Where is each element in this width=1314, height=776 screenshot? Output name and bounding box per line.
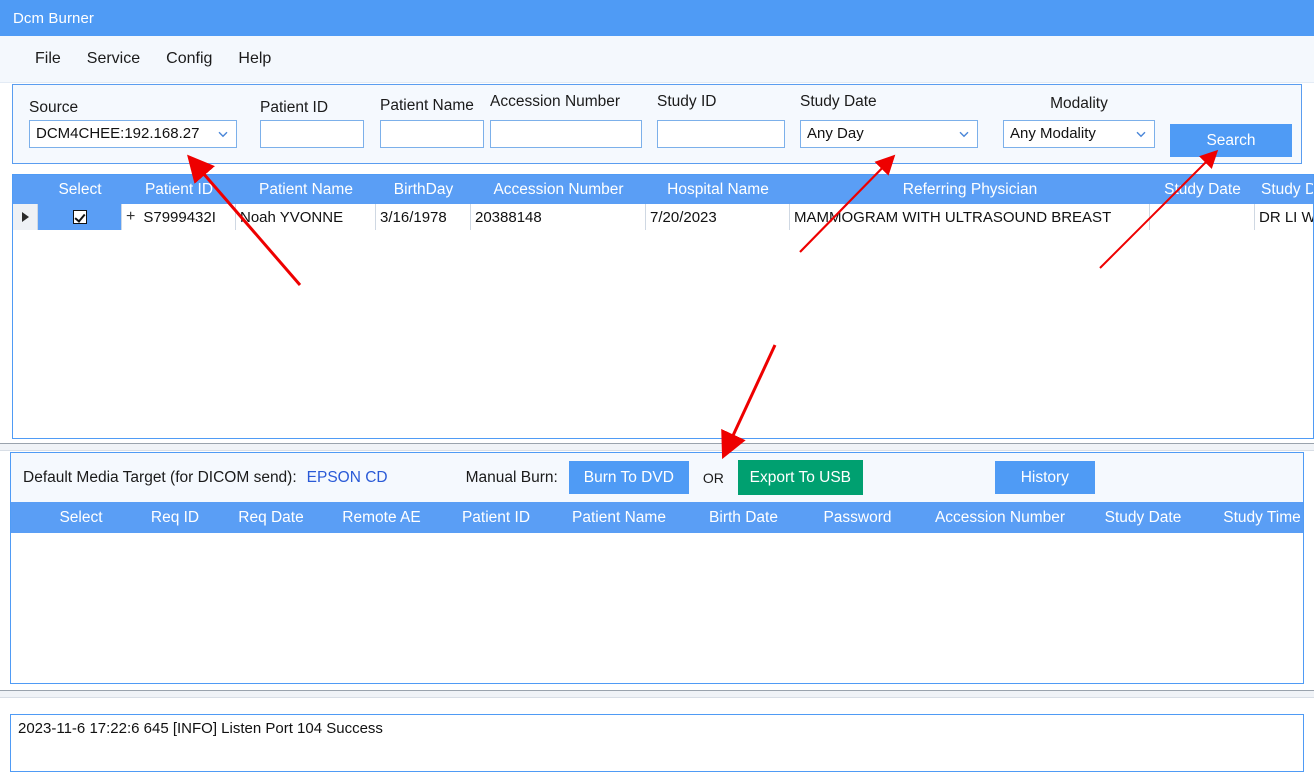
chevron-down-icon <box>1134 127 1148 141</box>
study-grid-header-patient-id[interactable]: Patient ID <box>122 181 236 199</box>
row-marker-triangle-icon <box>22 212 29 222</box>
field-source: Source DCM4CHEE:192.168.27 <box>29 99 249 148</box>
burn-to-dvd-button[interactable]: Burn To DVD <box>569 461 689 494</box>
study-date-combobox-value: Any Day <box>807 121 953 147</box>
study-grid-header-study-description[interactable]: Study D <box>1255 181 1314 199</box>
label-study-date: Study Date <box>800 93 978 111</box>
row-select-cell[interactable] <box>38 204 122 230</box>
modality-combobox[interactable]: Any Modality <box>1003 120 1155 148</box>
cell-patient-name[interactable]: Noah YVONNE <box>236 204 376 230</box>
panel-splitter-bottom[interactable] <box>0 690 1314 698</box>
study-grid-header-birthday[interactable]: BirthDay <box>376 181 471 199</box>
request-grid-header-remote-ae[interactable]: Remote AE <box>321 509 442 527</box>
field-accession-number: Accession Number <box>490 93 642 148</box>
cell-birthday[interactable]: 3/16/1978 <box>376 204 471 230</box>
row-marker-cell[interactable] <box>13 204 38 230</box>
cell-accession-number[interactable]: 20388148 <box>471 204 646 230</box>
request-grid-header-accession-number[interactable]: Accession Number <box>916 509 1084 527</box>
chevron-down-icon <box>957 127 971 141</box>
label-patient-id: Patient ID <box>260 99 364 117</box>
menu-item-file[interactable]: File <box>22 47 74 71</box>
label-source: Source <box>29 99 249 117</box>
field-patient-id: Patient ID <box>260 99 364 148</box>
study-id-input[interactable] <box>657 120 785 148</box>
request-grid-header-req-date[interactable]: Req Date <box>221 509 321 527</box>
chevron-down-icon <box>216 127 230 141</box>
patient-id-input[interactable] <box>260 120 364 148</box>
request-queue-grid[interactable]: Select Req ID Req Date Remote AE Patient… <box>10 502 1304 684</box>
request-grid-header: Select Req ID Req Date Remote AE Patient… <box>11 502 1303 533</box>
request-grid-header-study-time[interactable]: Study Time <box>1202 509 1304 527</box>
request-grid-header-birth-date[interactable]: Birth Date <box>688 509 799 527</box>
label-patient-name: Patient Name <box>380 97 484 115</box>
expand-row-icon[interactable]: + <box>126 208 135 226</box>
request-grid-header-select[interactable]: Select <box>33 509 129 527</box>
study-grid-header-accession-number[interactable]: Accession Number <box>471 181 646 199</box>
request-grid-body[interactable] <box>11 533 1303 682</box>
media-target-bar: Default Media Target (for DICOM send): E… <box>10 452 1304 502</box>
menu-item-help[interactable]: Help <box>225 47 284 71</box>
request-grid-header-password[interactable]: Password <box>799 509 916 527</box>
window-title: Dcm Burner <box>13 10 94 27</box>
label-modality: Modality <box>1003 95 1155 113</box>
patient-name-input[interactable] <box>380 120 484 148</box>
cell-patient-id-value: S7999432I <box>143 209 216 226</box>
request-grid-header-patient-name[interactable]: Patient Name <box>550 509 688 527</box>
manual-burn-label: Manual Burn: <box>466 469 558 487</box>
menu-item-config[interactable]: Config <box>153 47 225 71</box>
study-grid-header-patient-name[interactable]: Patient Name <box>236 181 376 199</box>
study-date-combobox[interactable]: Any Day <box>800 120 978 148</box>
field-patient-name: Patient Name <box>380 97 484 148</box>
default-media-target-label: Default Media Target (for DICOM send): <box>23 469 297 487</box>
cell-patient-id[interactable]: + S7999432I <box>122 204 236 230</box>
default-media-target-value[interactable]: EPSON CD <box>307 469 388 487</box>
search-panel: Source DCM4CHEE:192.168.27 Patient ID Pa… <box>12 84 1302 164</box>
field-study-id: Study ID <box>657 93 785 148</box>
panel-splitter-top[interactable] <box>0 443 1314 451</box>
search-button[interactable]: Search <box>1170 124 1292 157</box>
menu-bar: File Service Config Help <box>0 36 1314 83</box>
log-line: 2023-11-6 17:22:6 645 [INFO] Listen Port… <box>18 720 1296 737</box>
request-grid-header-req-id[interactable]: Req ID <box>129 509 221 527</box>
source-combobox-value: DCM4CHEE:192.168.27 <box>36 121 212 147</box>
table-row[interactable]: + S7999432I Noah YVONNE 3/16/1978 203881… <box>13 204 1313 230</box>
request-grid-header-study-date[interactable]: Study Date <box>1084 509 1202 527</box>
cell-referring-physician[interactable]: MAMMOGRAM WITH ULTRASOUND BREAST <box>790 204 1150 230</box>
label-study-id: Study ID <box>657 93 785 111</box>
export-to-usb-button[interactable]: Export To USB <box>738 460 863 495</box>
cell-study-date[interactable] <box>1150 204 1255 230</box>
window-titlebar: Dcm Burner <box>0 0 1314 36</box>
field-modality: Modality Any Modality <box>1003 95 1155 148</box>
menu-item-service[interactable]: Service <box>74 47 153 71</box>
study-grid-header-hospital-name[interactable]: Hospital Name <box>646 181 790 199</box>
study-results-grid[interactable]: Select Patient ID Patient Name BirthDay … <box>12 174 1314 439</box>
history-button[interactable]: History <box>995 461 1095 494</box>
field-study-date: Study Date Any Day <box>800 93 978 148</box>
accession-number-input[interactable] <box>490 120 642 148</box>
request-grid-header-patient-id[interactable]: Patient ID <box>442 509 550 527</box>
or-label: OR <box>703 470 724 486</box>
cell-study-description[interactable]: DR LI W <box>1255 204 1314 230</box>
source-combobox[interactable]: DCM4CHEE:192.168.27 <box>29 120 237 148</box>
modality-combobox-value: Any Modality <box>1010 121 1130 147</box>
study-grid-header-study-date[interactable]: Study Date <box>1150 181 1255 199</box>
study-grid-header-referring-physician[interactable]: Referring Physician <box>790 181 1150 199</box>
cell-hospital-name[interactable]: 7/20/2023 <box>646 204 790 230</box>
label-accession-number: Accession Number <box>490 93 642 111</box>
log-panel[interactable]: 2023-11-6 17:22:6 645 [INFO] Listen Port… <box>10 714 1304 772</box>
checkbox-checked-icon[interactable] <box>73 210 87 224</box>
study-grid-header: Select Patient ID Patient Name BirthDay … <box>13 175 1313 204</box>
study-grid-header-select[interactable]: Select <box>38 181 122 199</box>
